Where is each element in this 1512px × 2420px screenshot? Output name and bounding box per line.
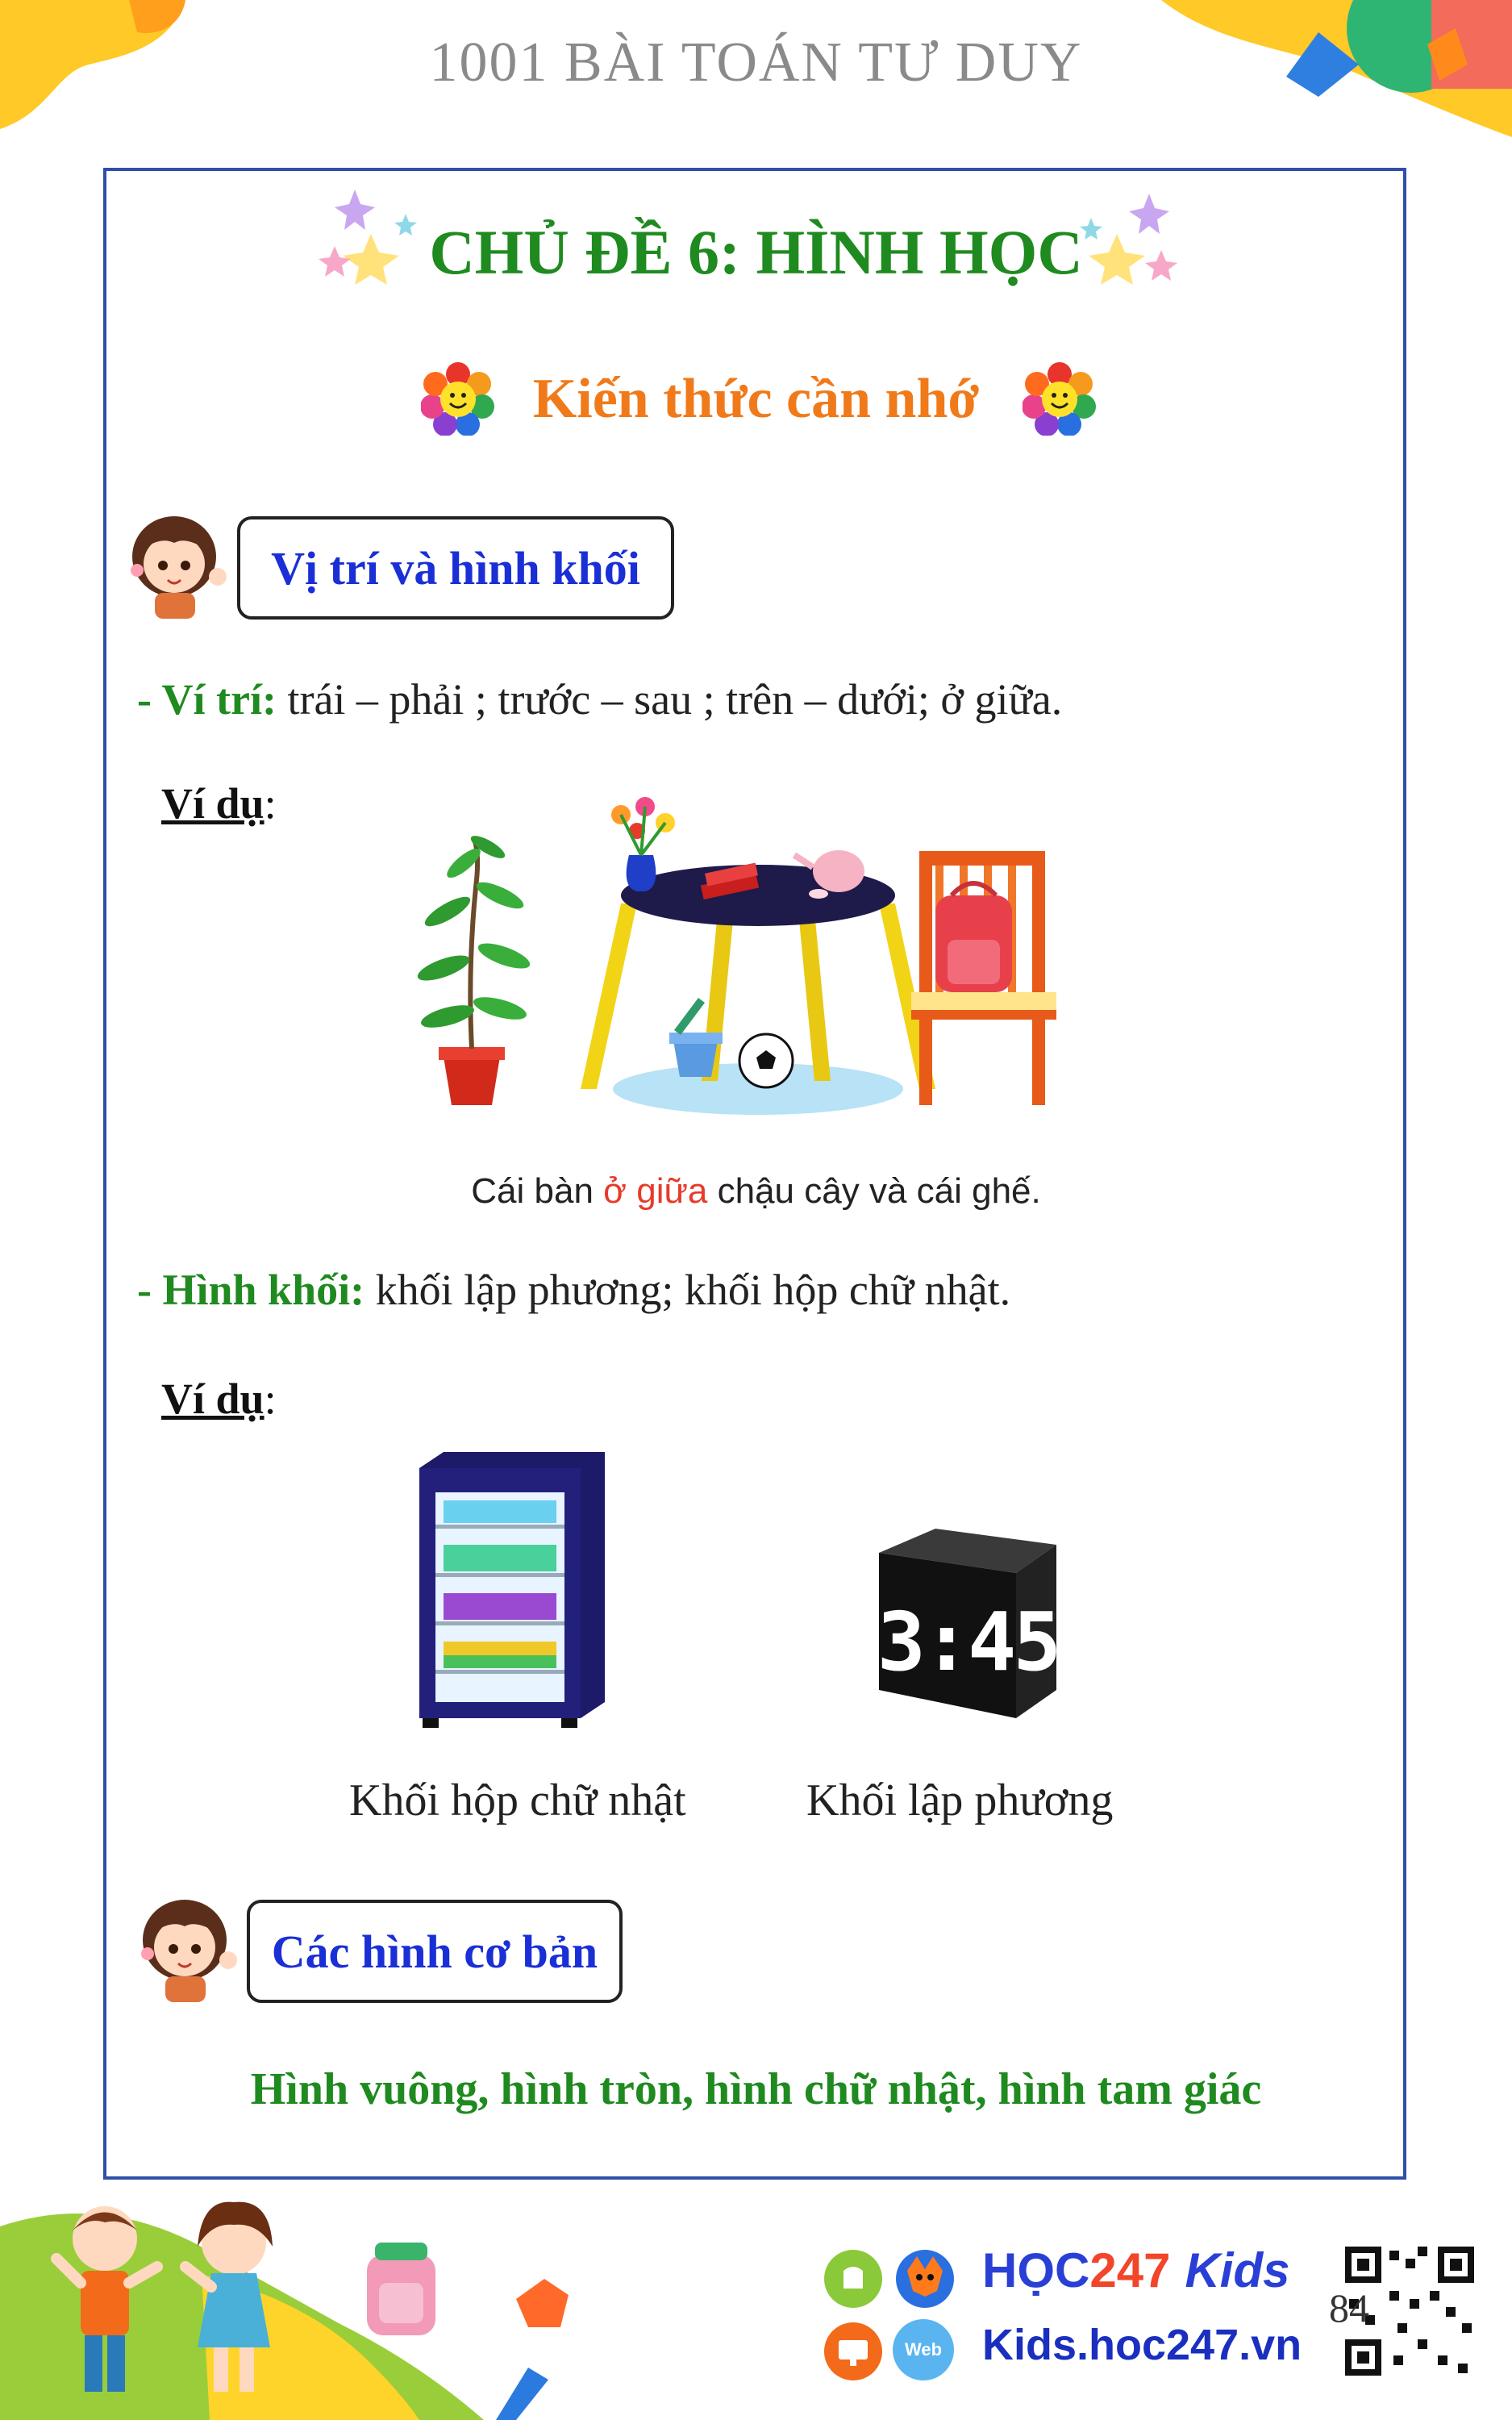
desktop-icon[interactable]: [821, 2319, 885, 2384]
footer-kids-illustration: [0, 2201, 569, 2420]
girl-avatar-icon: [141, 1900, 237, 2002]
web-badge-icon[interactable]: Web: [893, 2319, 954, 2380]
topic-title: CHỦ ĐỀ 6: HÌNH HỌC: [429, 217, 1083, 287]
book-title: 1001 BÀI TOÁN TƯ DUY: [429, 31, 1083, 94]
app-store-icon[interactable]: [821, 2247, 885, 2311]
shapes-line: - Hình khối: khối lập phương; khối hộp c…: [137, 1265, 1010, 1315]
position-text: trái – phải ; trước – sau ; trên – dưới;…: [276, 675, 1063, 724]
section-heading-basic-shapes: Các hình cơ bản: [247, 1900, 623, 2003]
website-link[interactable]: Kids.hoc247.vn: [982, 2320, 1302, 2370]
page-number: 84: [1329, 2285, 1369, 2330]
example-label-2: Ví dụ:: [161, 1375, 277, 1423]
position-label: - Ví trí:: [137, 675, 277, 724]
position-illustration: [417, 797, 1056, 1115]
potted-plant-icon: [417, 836, 531, 1105]
shapes-label: - Hình khối:: [137, 1266, 365, 1314]
hoc247-kids-logo: HỌC247 Kids: [982, 2243, 1290, 2297]
fox-mascot-icon[interactable]: [893, 2247, 957, 2311]
cube-label: Khối lập phương: [806, 1775, 1114, 1825]
round-table-icon: [581, 797, 935, 1115]
fridge-icon: [419, 1452, 605, 1728]
subtitle: Kiến thức cần nhớ: [532, 368, 980, 430]
pentagon-shape-icon: [516, 2279, 569, 2327]
clock-digits: 23:45: [855, 1595, 1059, 1689]
basic-shapes-list: Hình vuông, hình tròn, hình chữ nhật, hì…: [250, 2064, 1262, 2114]
backpack-icon: [367, 2243, 435, 2335]
girl-avatar-icon: [131, 516, 227, 619]
position-line: - Ví trí: trái – phải ; trước – sau ; tr…: [137, 674, 1062, 724]
box-label: Khối hộp chữ nhật: [349, 1775, 686, 1825]
illustration-caption: Cái bàn ở giữa chậu cây và cái ghế.: [471, 1171, 1041, 1211]
cube-clock-icon: 23:45: [855, 1529, 1060, 1718]
shapes-text: khối lập phương; khối hộp chữ nhật.: [364, 1266, 1011, 1314]
pencil-icon: [496, 2368, 548, 2420]
example-label: Ví dụ:: [161, 779, 277, 828]
section-heading-position-shapes: Vị trí và hình khối: [237, 516, 674, 620]
chair-with-backpack-icon: [911, 851, 1056, 1105]
